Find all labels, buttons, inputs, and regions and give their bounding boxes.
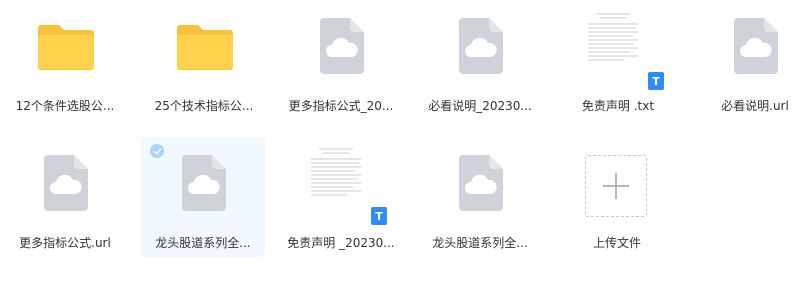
file-tile[interactable]: 更多指标公式.url xyxy=(3,137,127,257)
folder-icon xyxy=(177,25,233,70)
file-tile[interactable]: 必看说明.url xyxy=(693,0,800,120)
file-tile[interactable]: 龙头股道系列全... xyxy=(418,137,542,257)
cloud-file-icon xyxy=(44,155,88,211)
file-tile[interactable]: T 免责声明 _20230... xyxy=(279,137,403,257)
file-name: 更多指标公式_20... xyxy=(288,99,394,113)
upload-tile[interactable]: 上传文件 xyxy=(555,137,679,257)
file-name: 25个技术指标公... xyxy=(154,99,254,113)
cloud-file-icon xyxy=(734,18,778,74)
file-tile[interactable]: 更多指标公式_20... xyxy=(279,0,403,120)
file-tile[interactable]: 25个技术指标公... xyxy=(142,0,266,120)
file-name: 龙头股道系列全... xyxy=(155,236,251,250)
file-tile-selected[interactable]: 龙头股道系列全... xyxy=(141,137,265,257)
cloud-file-icon xyxy=(182,155,226,211)
text-document-icon xyxy=(585,10,643,76)
upload-button[interactable] xyxy=(585,155,647,217)
file-name: 龙头股道系列全... xyxy=(432,236,528,250)
cloud-file-icon xyxy=(459,155,503,211)
upload-label: 上传文件 xyxy=(592,236,641,250)
file-grid: 12个条件选股公... 25个技术指标公... 更多指标公式_20... 必看说… xyxy=(0,0,800,293)
file-name: 必看说明_20230... xyxy=(428,99,532,113)
file-name: 12个条件选股公... xyxy=(15,99,115,113)
text-document-icon xyxy=(308,145,366,211)
file-tile[interactable]: 必看说明_20230... xyxy=(418,0,542,120)
file-name: 必看说明.url xyxy=(721,99,789,113)
file-name: 免责声明 .txt xyxy=(581,99,655,113)
txt-badge-icon: T xyxy=(648,72,664,90)
txt-badge-icon: T xyxy=(371,207,387,225)
file-name: 更多指标公式.url xyxy=(19,236,111,250)
file-name: 免责声明 _20230... xyxy=(287,236,395,250)
file-tile[interactable]: T 免责声明 .txt xyxy=(556,0,680,120)
file-tile[interactable]: 12个条件选股公... xyxy=(3,0,127,120)
cloud-file-icon xyxy=(320,18,364,74)
plus-icon xyxy=(603,173,629,199)
checkmark-icon[interactable] xyxy=(150,144,164,158)
folder-icon xyxy=(38,25,94,70)
cloud-file-icon xyxy=(459,18,503,74)
